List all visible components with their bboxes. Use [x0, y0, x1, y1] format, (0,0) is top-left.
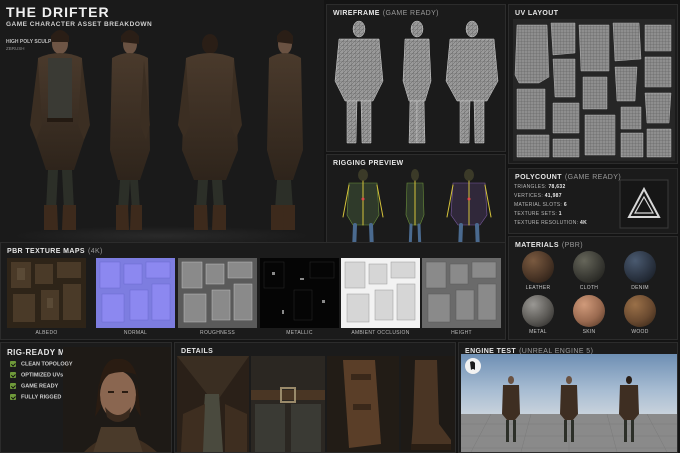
material-swatch-cloth	[573, 251, 605, 283]
stat-texture-resolution: TEXTURE RESOLUTION: 4K	[514, 220, 588, 226]
texture-maps-title: PBR TEXTURE MAPS	[7, 248, 85, 255]
sculpt-front-view	[30, 30, 90, 230]
material-label-skin: SKIN	[582, 329, 596, 335]
texture-maps-subtitle: (4K)	[87, 248, 103, 255]
material-label-cloth: CLOTH	[579, 285, 599, 291]
texture-label-normal: NORMAL	[123, 330, 148, 336]
material-swatch-metal	[522, 295, 554, 327]
materials-title: MATERIALS	[515, 242, 559, 249]
logo-icon	[619, 179, 669, 229]
texture-label-height: HEIGHT	[451, 330, 472, 336]
engine-test-panel: ENGINE TEST (UNREAL ENGINE 5)	[458, 342, 678, 453]
detail-collar	[177, 356, 249, 452]
material-swatch-leather	[522, 251, 554, 283]
unreal-logo-icon	[465, 358, 481, 374]
stat-texture-sets: TEXTURE SETS: 1	[514, 211, 562, 217]
detail-boot	[401, 356, 455, 452]
texture-label-albedo: ALBEDO	[35, 330, 58, 336]
texture-label-ambient-occlusion: AMBIENT OCCLUSION	[351, 330, 410, 336]
materials-subtitle: (PBR)	[561, 242, 583, 249]
detail-closeups	[177, 356, 455, 452]
material-swatch-skin	[573, 295, 605, 327]
sculpt-back-view	[178, 34, 242, 230]
polycount-title: POLYCOUNT	[515, 174, 562, 181]
checklist-item: GAME READY	[10, 383, 58, 389]
stat-triangles: TRIANGLES: 78,632	[514, 184, 566, 190]
details-panel: DETAILS	[174, 342, 456, 453]
texture-albedo	[7, 258, 86, 328]
stat-vertices: VERTICES: 41,987	[514, 193, 562, 199]
checklist-item: CLEAN TOPOLOGY	[10, 361, 73, 367]
material-label-denim: DENIM	[631, 285, 649, 291]
texture-metallic	[260, 258, 339, 328]
check-icon	[10, 372, 16, 378]
rigging-renders	[342, 169, 492, 251]
stat-material-slots: MATERIAL SLOTS: 6	[514, 202, 567, 208]
texture-label-metallic: METALLIC	[286, 330, 313, 336]
material-label-leather: LEATHER	[525, 285, 551, 291]
wireframe-renders	[334, 20, 499, 144]
checklist-item: OPTIMIZED UVs	[10, 372, 63, 378]
texture-normal	[96, 258, 175, 328]
rigging-panel: RIGGING PREVIEW	[326, 154, 506, 252]
material-label-metal: METAL	[529, 329, 547, 335]
detail-belt	[251, 356, 325, 452]
check-icon	[10, 394, 16, 400]
sculpt-renders	[12, 30, 312, 246]
texture-ambient-occlusion	[341, 258, 420, 328]
check-icon	[10, 383, 16, 389]
engine-viewport	[461, 354, 677, 452]
material-label-wood: WOOD	[631, 329, 649, 335]
checklist-item: FULLY RIGGED	[10, 394, 61, 400]
uv-layout-panel: UV LAYOUT	[508, 4, 678, 164]
polycount-subtitle: (GAME READY)	[564, 174, 622, 181]
uv-layout-map	[513, 19, 675, 161]
wireframe-panel: WIREFRAME (GAME READY)	[326, 4, 506, 152]
texture-label-roughness: ROUGHNESS	[200, 330, 235, 336]
material-swatch-wood	[624, 295, 656, 327]
sculpt-panel: THE DRIFTER GAME CHARACTER ASSET BREAKDO…	[0, 0, 324, 250]
texture-height	[422, 258, 501, 328]
material-swatch-denim	[624, 251, 656, 283]
sculpt-side-view	[267, 30, 303, 230]
sculpt-three-quarter-view	[110, 30, 150, 230]
texture-roughness	[178, 258, 257, 328]
detail-holster	[327, 356, 399, 452]
check-icon	[10, 361, 16, 367]
character-portrait	[63, 347, 171, 452]
